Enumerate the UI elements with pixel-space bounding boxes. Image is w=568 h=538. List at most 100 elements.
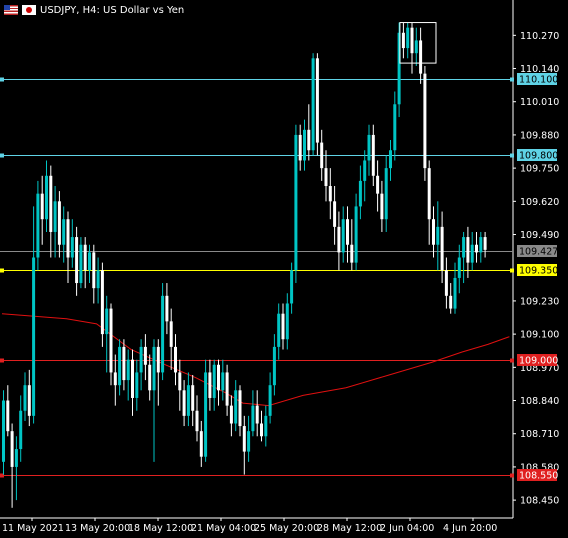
time-tick-label: 4 Jun 20:00 xyxy=(443,523,497,534)
candle-body xyxy=(169,321,173,347)
candle-body xyxy=(148,364,152,391)
candle-body xyxy=(294,134,298,271)
candle-body xyxy=(109,308,113,373)
candle-body xyxy=(427,168,431,220)
candle-body xyxy=(225,372,229,406)
candle-body xyxy=(380,193,384,220)
candle-body xyxy=(118,346,122,386)
candle-body xyxy=(303,129,306,161)
level-handle-left[interactable] xyxy=(0,153,4,158)
candle-body xyxy=(260,423,263,437)
candle-body xyxy=(212,364,216,398)
jp-flag-icon xyxy=(22,5,36,15)
candle-body xyxy=(161,295,165,373)
moving-average-line xyxy=(1,313,510,407)
candle-body xyxy=(113,372,117,386)
time-tick-label: 18 May 12:00 xyxy=(128,523,193,534)
candle-body xyxy=(285,303,289,340)
candle-body xyxy=(363,160,367,181)
chart-window[interactable]: USDJPY, H4: US Dollar vs Yen 110.270 110.… xyxy=(0,0,568,538)
time-tick-label: 21 May 04:00 xyxy=(191,523,256,534)
price-chart[interactable]: 110.270110.140110.010109.880109.750109.6… xyxy=(0,0,568,538)
candle-body xyxy=(6,400,10,432)
level-handle-left[interactable] xyxy=(0,268,4,273)
level-handle-left[interactable] xyxy=(0,358,4,363)
candle-body xyxy=(126,359,130,381)
candle-body xyxy=(462,237,466,258)
candle-body xyxy=(36,193,40,258)
level-handle-right[interactable] xyxy=(510,153,514,158)
candle-body xyxy=(384,168,388,220)
candle-body xyxy=(66,219,70,258)
candle-body xyxy=(483,237,487,250)
candle-body xyxy=(178,372,182,391)
candle-body xyxy=(341,219,345,253)
price-label-text: 109.800 xyxy=(519,151,558,162)
level-handle-right[interactable] xyxy=(510,268,514,273)
candle-body xyxy=(367,134,371,161)
candle-body xyxy=(199,431,203,457)
candle-body xyxy=(14,449,18,467)
candle-body xyxy=(53,201,57,232)
candle-body xyxy=(139,346,143,373)
time-tick-label: 11 May 2021 xyxy=(2,523,64,534)
candle-body xyxy=(440,226,444,271)
candle-body xyxy=(290,270,294,304)
candle-body xyxy=(255,405,259,424)
candle-body xyxy=(165,295,169,322)
price-tick-label: 109.620 xyxy=(520,197,559,208)
candle-body xyxy=(470,244,474,263)
candle-body xyxy=(45,175,48,220)
candle-body xyxy=(156,346,160,373)
candle-body xyxy=(191,385,195,411)
level-handle-right[interactable] xyxy=(510,473,514,478)
candle-body xyxy=(62,219,66,245)
candle-body xyxy=(432,219,435,245)
candle-body xyxy=(92,252,96,289)
price-tick-label: 109.230 xyxy=(520,296,559,307)
candle-body xyxy=(268,385,272,416)
candle-body xyxy=(406,27,410,49)
candle-body xyxy=(32,257,36,416)
candle-body xyxy=(475,244,478,253)
price-label-text: 108.550 xyxy=(519,471,558,482)
candle-body xyxy=(27,385,31,416)
candle-body xyxy=(242,426,246,452)
candle-body xyxy=(83,244,87,271)
candle-body xyxy=(238,390,242,427)
level-handle-left[interactable] xyxy=(0,77,4,82)
candle-body xyxy=(423,73,427,169)
candle-body xyxy=(337,226,341,253)
candle-body xyxy=(182,390,186,416)
candle-body xyxy=(333,201,337,227)
candle-body xyxy=(75,237,79,284)
candle-body xyxy=(135,372,139,398)
price-tick-label: 109.490 xyxy=(520,230,559,241)
candle-body xyxy=(221,372,225,391)
candle-body xyxy=(466,237,470,263)
candle-body xyxy=(436,226,440,245)
candle-body xyxy=(152,346,156,391)
price-label-text: 109.350 xyxy=(519,266,558,277)
candle-body xyxy=(2,400,5,462)
time-tick-label: 25 May 20:00 xyxy=(254,523,319,534)
candle-body xyxy=(40,193,44,220)
candle-body xyxy=(315,58,319,143)
price-tick-label: 108.450 xyxy=(520,496,559,507)
price-tick-label: 108.710 xyxy=(520,429,559,440)
level-handle-right[interactable] xyxy=(510,77,514,82)
price-tick-label: 108.840 xyxy=(520,396,559,407)
candle-body xyxy=(264,415,268,437)
highlight-rectangle[interactable] xyxy=(399,22,437,64)
candle-body xyxy=(100,270,104,335)
price-label-text: 110.100 xyxy=(519,75,558,86)
candle-body xyxy=(320,142,324,169)
candle-body xyxy=(479,237,483,253)
candle-body xyxy=(105,308,109,335)
level-handle-right[interactable] xyxy=(510,358,514,363)
candle-body xyxy=(410,27,414,54)
candle-body xyxy=(208,372,212,398)
candle-body xyxy=(401,32,405,49)
candle-body xyxy=(79,244,83,284)
candle-body xyxy=(49,175,53,232)
